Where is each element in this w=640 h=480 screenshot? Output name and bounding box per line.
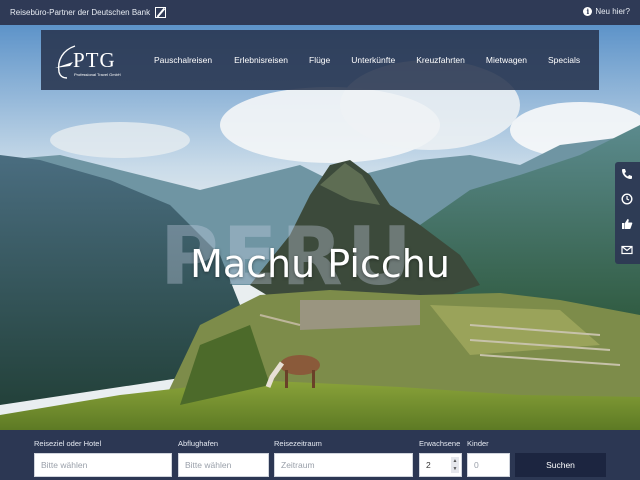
children-label: Kinder	[467, 439, 489, 448]
partner-text: Reisebüro-Partner der Deutschen Bank	[10, 8, 151, 17]
logo-tagline: Professional Travel GmbH	[74, 72, 121, 77]
nav-item-pauschalreisen[interactable]: Pauschalreisen	[154, 55, 212, 65]
nav-item-fluege[interactable]: Flüge	[309, 55, 330, 65]
adults-stepper[interactable]: 2 ▲ ▼	[419, 453, 462, 477]
logo-name: PTG	[73, 48, 116, 72]
top-bar: Reisebüro-Partner der Deutschen Bank i N…	[0, 0, 640, 25]
children-input[interactable]: 0	[467, 453, 510, 477]
departure-label: Abflughafen	[178, 439, 219, 448]
clock-icon[interactable]	[621, 193, 633, 205]
nav-menu: Pauschalreisen Erlebnisreisen Flüge Unte…	[154, 30, 580, 90]
nav-item-specials[interactable]: Specials	[548, 55, 580, 65]
ptg-logo[interactable]: PTG Professional Travel GmbH	[53, 42, 128, 80]
new-here-label: Neu hier?	[595, 7, 630, 16]
partner-info: Reisebüro-Partner der Deutschen Bank	[10, 7, 167, 18]
period-label: Reisezeitraum	[274, 439, 322, 448]
stepper-arrows-icon[interactable]: ▲ ▼	[451, 457, 459, 473]
hero-title: Machu Picchu	[190, 242, 450, 286]
new-here-link[interactable]: i Neu hier?	[583, 7, 630, 16]
adults-value: 2	[426, 460, 431, 470]
nav-item-unterkuenfte[interactable]: Unterkünfte	[351, 55, 395, 65]
deutsche-bank-logo-icon	[155, 7, 167, 18]
destination-input[interactable]: Bitte wählen	[34, 453, 172, 477]
thumbs-up-icon[interactable]	[621, 218, 633, 230]
mail-icon[interactable]	[621, 244, 633, 256]
contact-side-widget	[615, 162, 640, 264]
travel-search-bar: Reiseziel oder Hotel Bitte wählen Abflug…	[0, 430, 640, 480]
info-icon: i	[583, 7, 593, 16]
phone-icon[interactable]	[621, 168, 633, 180]
nav-item-erlebnisreisen[interactable]: Erlebnisreisen	[234, 55, 288, 65]
nav-item-kreuzfahrten[interactable]: Kreuzfahrten	[416, 55, 465, 65]
main-navigation: PTG Professional Travel GmbH Pauschalrei…	[41, 30, 599, 90]
search-button[interactable]: Suchen	[515, 453, 606, 477]
nav-item-mietwagen[interactable]: Mietwagen	[486, 55, 527, 65]
period-input[interactable]: Zeitraum	[274, 453, 413, 477]
departure-input[interactable]: Bitte wählen	[178, 453, 269, 477]
destination-label: Reiseziel oder Hotel	[34, 439, 102, 448]
adults-label: Erwachsene	[419, 439, 461, 448]
